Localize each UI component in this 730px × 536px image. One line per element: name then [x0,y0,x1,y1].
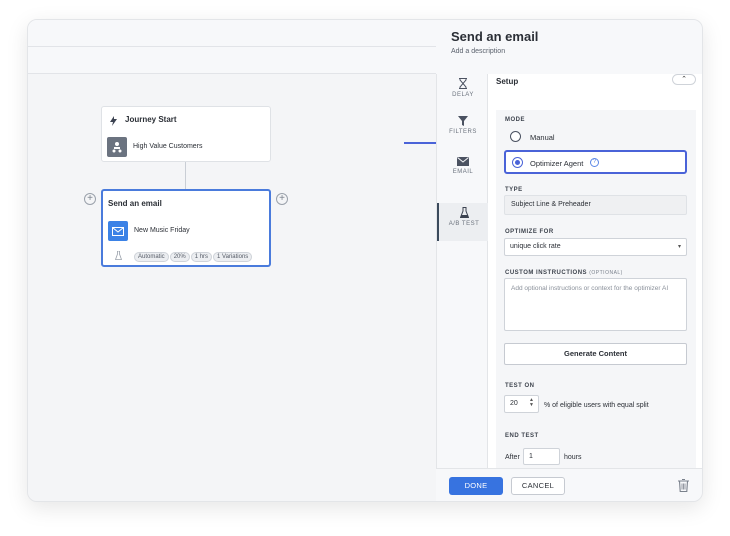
journey-start-node[interactable]: Journey Start High Value Customers [101,106,271,162]
test-on-label: TEST ON [505,383,535,389]
type-field[interactable]: Subject Line & Preheader [504,195,687,215]
segment-label: High Value Customers [133,143,203,150]
optimize-for-value: unique click rate [510,243,561,250]
end-after-input[interactable]: 1 [523,448,560,465]
flask-icon [459,207,469,218]
description-field[interactable]: Add a description [451,48,505,55]
mode-optimizer-radio[interactable] [512,157,523,168]
optimize-for-label: OPTIMIZE FOR [505,229,554,235]
mode-label: MODE [505,117,525,123]
end-test-label: END TEST [505,433,539,439]
hourglass-icon [459,78,467,89]
optimize-for-select[interactable]: unique click rate ▾ [504,238,687,256]
sidebar-item-delay[interactable]: DELAY [437,74,489,108]
custom-instructions-input[interactable]: Add optional instructions or context for… [504,278,687,331]
test-on-value: 20 [510,400,518,407]
sidebar-item-label: DELAY [452,92,474,98]
end-after-suffix: hours [564,454,582,461]
journey-start-title: Journey Start [125,115,177,124]
sidebar-item-label: FILTERS [449,129,477,135]
segment-icon [107,137,127,157]
setup-header[interactable]: Setup ⌃ [496,74,696,90]
flask-icon [114,247,123,265]
stepper-icon[interactable]: ▲ ▼ [529,398,534,408]
panel-header: Send an email Add a description [436,20,702,74]
variant-tags: Automatic 20% 1 hrs 1 Variations [134,245,253,263]
lightning-icon [110,113,117,131]
sidebar-item-filters[interactable]: FILTERS [437,112,489,146]
canvas-toolbar-secondary [28,47,436,74]
envelope-icon [108,221,128,241]
send-email-node-title: Send an email [108,199,162,208]
funnel-icon [458,116,468,126]
node-connector [185,162,186,189]
setup-title: Setup [496,77,519,86]
tag-automatic: Automatic [134,252,169,262]
trash-icon[interactable] [678,478,689,497]
type-label: TYPE [505,187,523,193]
optional-tag: (OPTIONAL) [589,270,623,276]
test-on-input[interactable]: 20 ▲ ▼ [504,395,539,413]
sidebar-item-label: A/B TEST [448,221,480,227]
done-button[interactable]: DONE [449,477,503,495]
custom-instructions-label: CUSTOM INSTRUCTIONS (OPTIONAL) [505,270,623,276]
end-after-prefix: After [505,454,520,461]
envelope-icon [457,157,469,166]
panel-footer: DONE CANCEL [436,468,702,501]
add-node-right-button[interactable]: + [276,193,288,205]
panel-sidebar: DELAY FILTERS EMAIL A/B TEST [436,74,489,468]
sidebar-item-ab-test[interactable]: A/B TEST [437,203,489,241]
panel-title: Send an email [451,29,539,44]
ab-test-form: Setup ⌃ MODE Manual Optimizer Agent ? TY… [488,74,702,468]
campaign-label: New Music Friday [134,227,190,234]
generate-content-button[interactable]: Generate Content [504,343,687,365]
canvas-toolbar-top [28,20,436,47]
journey-canvas[interactable]: Journey Start High Value Customers + + S… [28,20,499,501]
send-email-node[interactable]: Send an email New Music Friday Automatic… [101,189,271,267]
mode-manual-label[interactable]: Manual [530,133,555,142]
add-node-left-button[interactable]: + [84,193,96,205]
cancel-button[interactable]: CANCEL [511,477,565,495]
help-icon[interactable]: ? [590,158,599,167]
sidebar-item-email[interactable]: EMAIL [437,151,489,185]
optimizer-agent-option[interactable]: Optimizer Agent ? [504,150,687,174]
tag-variations: 1 Variations [213,252,253,262]
collapse-button[interactable]: ⌃ [672,74,696,85]
mode-optimizer-label[interactable]: Optimizer Agent [530,159,583,168]
tag-percent: 20% [169,252,190,262]
mode-manual-radio[interactable] [510,131,521,142]
test-on-suffix: % of eligible users with equal split [544,402,649,409]
app-window: Journey Start High Value Customers + + S… [27,19,703,502]
chevron-down-icon: ▾ [677,244,681,250]
tag-duration: 1 hrs [190,252,213,262]
sidebar-item-label: EMAIL [452,169,474,175]
custom-instructions-title: CUSTOM INSTRUCTIONS [505,270,588,276]
